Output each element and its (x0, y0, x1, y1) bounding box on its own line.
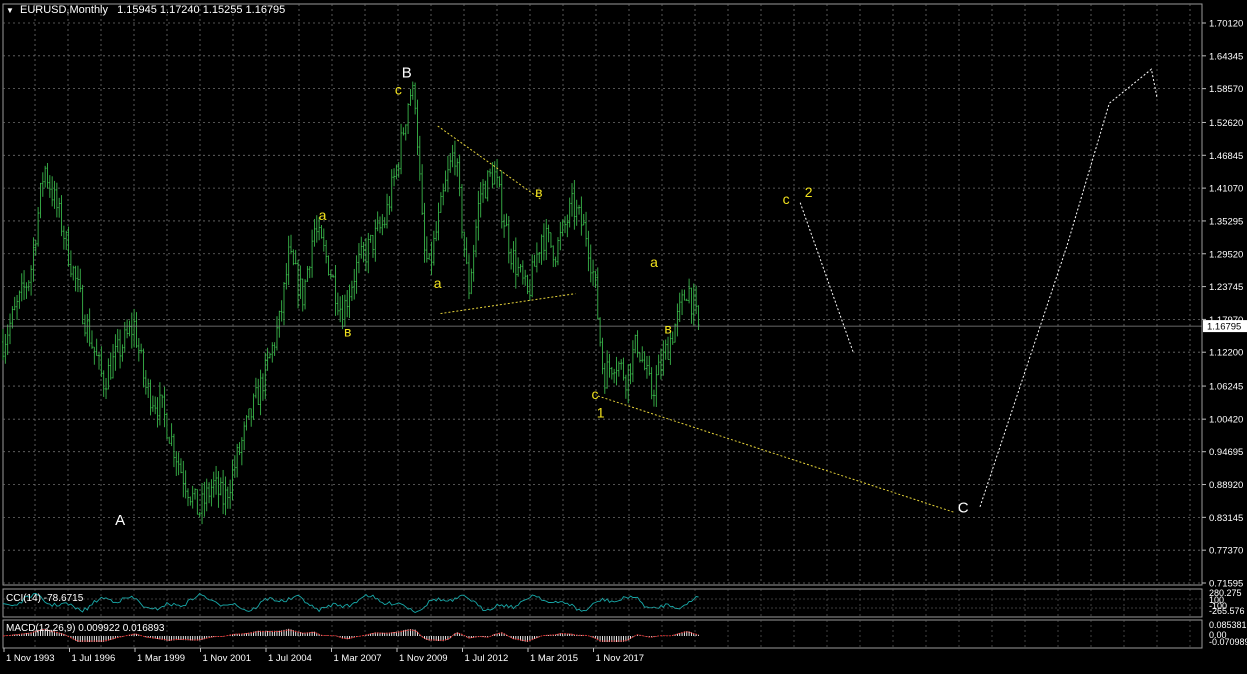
y-tick-label: 1.23745 (1209, 282, 1243, 293)
wave-label: a (434, 275, 442, 291)
symbol-label: EURUSD,Monthly (19, 4, 109, 16)
x-tick-label: 1 Nov 1993 (6, 653, 55, 664)
wave-label: c (592, 386, 599, 402)
ohlc-values: 1.15945 1.17240 1.15255 1.16795 (117, 4, 286, 16)
y-tick-label: 1.35295 (1209, 216, 1243, 227)
wave-label: a (650, 254, 658, 270)
chart-header: ▼ EURUSD,Monthly 1.15945 1.17240 1.15255… (6, 4, 285, 16)
wave-label: c (395, 82, 402, 98)
y-tick-label: 1.12200 (1209, 348, 1243, 359)
y-tick-label: 1.29520 (1209, 249, 1243, 260)
cci-line (2, 592, 699, 614)
x-tick-label: 1 Mar 1999 (137, 653, 185, 664)
y-tick-label: 1.41070 (1209, 184, 1243, 195)
candlestick-series (2, 81, 700, 525)
wave-label: A (115, 512, 125, 529)
wave-label: a (319, 207, 327, 223)
x-tick-label: 1 Jul 2004 (268, 653, 312, 664)
x-tick-label: 1 Nov 2009 (399, 653, 448, 664)
main-frame (2, 3, 1203, 586)
y-tick-label: 1.64345 (1209, 51, 1243, 62)
wave-label: C (958, 499, 969, 516)
y-tick-label: 0.94695 (1209, 447, 1243, 458)
yellow-dotted-line (437, 125, 542, 201)
macd-scale-label: 0.085381 (1209, 620, 1247, 630)
y-tick-label: 0.77370 (1209, 546, 1243, 557)
cci-header: CCI(14) -78.6715 (6, 593, 83, 604)
x-tick-label: 1 Mar 2007 (334, 653, 382, 664)
wave-label: в (344, 323, 351, 339)
price-chart[interactable]: 1.70120 1.64345 1.58570 1.52620 1.46845 1.410… (0, 0, 1247, 669)
x-tick-label: 1 Jul 1996 (72, 653, 116, 664)
macd-label: MACD(12,26,9) 0.009922 0.016893 (6, 623, 165, 634)
cci-scale-label: -265.576 (1209, 606, 1245, 616)
y-tick-label: 0.88920 (1209, 480, 1243, 491)
macd-scale-label: -0.070989 (1209, 637, 1247, 647)
x-tick-label: 1 Nov 2017 (596, 653, 645, 664)
wave-label: в (664, 320, 671, 336)
macd-header: MACD(12,26,9) 0.009922 0.016893 (6, 623, 164, 634)
cci-frame (2, 588, 1203, 618)
y-tick-label: 1.70120 (1209, 19, 1243, 30)
wave-label: 2 (805, 184, 813, 200)
y-tick-label: 1.52620 (1209, 118, 1243, 129)
wave-label: B (402, 65, 412, 82)
x-tick-label: 1 Mar 2015 (530, 653, 578, 664)
chart-area[interactable]: 1.70120 1.64345 1.58570 1.52620 1.46845 1.410… (0, 0, 1247, 669)
wave-label: в (535, 184, 542, 200)
triangle-down-icon[interactable]: ▼ (6, 6, 14, 15)
yellow-dotted-line (440, 293, 576, 315)
y-tick-label: 1.06245 (1209, 382, 1243, 393)
wave-label: 1 (597, 405, 605, 421)
x-tick-label: 1 Nov 2001 (203, 653, 252, 664)
y-tick-label: 1.46845 (1209, 151, 1243, 162)
x-tick-label: 1 Jul 2012 (465, 653, 509, 664)
y-tick-label: 1.00420 (1209, 415, 1243, 426)
projection-path (979, 68, 1158, 507)
wave-label: c (783, 191, 790, 207)
macd-frame (2, 619, 1203, 649)
cci-label: CCI(14) -78.6715 (6, 593, 84, 604)
y-tick-label: 0.83145 (1209, 513, 1243, 524)
current-price-label: 1.16795 (1207, 322, 1241, 333)
yellow-dotted-line (597, 395, 955, 513)
y-tick-label: 1.58570 (1209, 84, 1243, 95)
